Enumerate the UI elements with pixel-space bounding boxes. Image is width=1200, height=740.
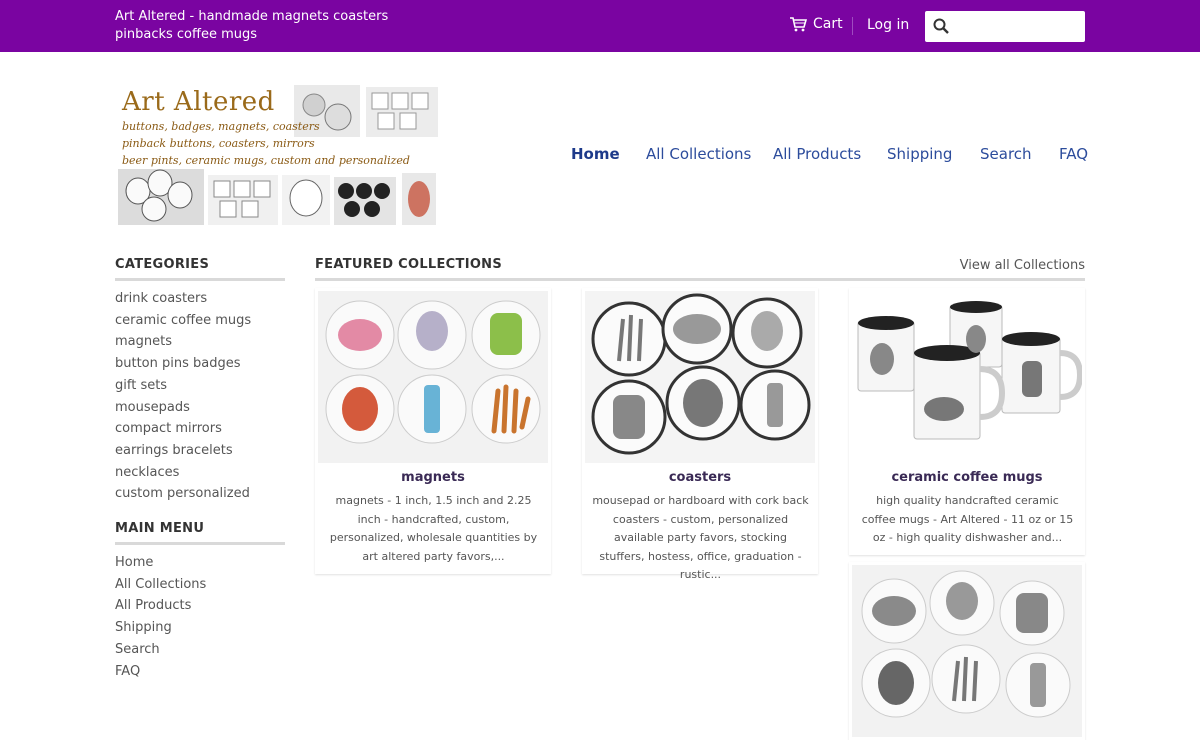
search-box[interactable] [925,11,1085,42]
top-bar: Art Altered - handmade magnets coasters … [0,0,1200,52]
featured-collections-header: FEATURED COLLECTIONS View all Collection… [315,257,1085,281]
menu-link[interactable]: All Products [115,595,295,617]
featured-heading: FEATURED COLLECTIONS [315,257,503,272]
menu-link[interactable]: All Collections [115,574,295,596]
logo-line-3: beer pints, ceramic mugs, custom and per… [122,154,410,167]
search-input[interactable] [955,14,1079,39]
collection-image-ceramic-coffee-mugs[interactable] [852,291,1082,463]
collection-description-coasters: mousepad or hardboard with cork back coa… [592,494,809,581]
site-title[interactable]: Art Altered - handmade magnets coasters … [115,8,425,44]
collection-card-magnets[interactable]: magnets magnets - 1 inch, 1.5 inch and 2… [315,288,551,574]
cart-icon [790,16,807,32]
login-link[interactable]: Log in [867,17,909,33]
menu-link[interactable]: Search [115,639,295,661]
nav-all-collections[interactable]: All Collections [646,145,751,165]
collection-image-magnets[interactable] [318,291,548,463]
collection-card-coasters[interactable]: coasters mousepad or hardboard with cork… [582,288,818,581]
main-menu-heading: MAIN MENU [115,521,285,545]
collection-description-ceramic-coffee-mugs: high quality handcrafted ceramic coffee … [861,494,1074,544]
collection-card-ceramic-coffee-mugs[interactable]: ceramic coffee mugs high quality handcra… [849,288,1085,555]
category-link[interactable]: drink coasters [115,288,295,310]
cart-label: Cart [813,16,843,32]
category-link[interactable]: custom personalized [115,483,295,505]
nav-faq[interactable]: FAQ [1059,145,1088,165]
collection-title-magnets[interactable]: magnets [315,470,551,485]
nav-shipping[interactable]: Shipping [887,145,952,165]
menu-link[interactable]: Shipping [115,617,295,639]
collection-title-ceramic-coffee-mugs[interactable]: ceramic coffee mugs [849,470,1085,485]
logo-text: Art Altered buttons, badges, magnets, co… [122,86,410,169]
category-link[interactable]: magnets [115,331,295,353]
logo-line-2: pinback buttons, coasters, mirrors [122,137,315,150]
category-link[interactable]: compact mirrors [115,418,295,440]
store-logo[interactable]: Art Altered buttons, badges, magnets, co… [116,83,440,227]
categories-heading: CATEGORIES [115,257,285,281]
category-link[interactable]: mousepads [115,397,295,419]
collection-image-4[interactable] [852,565,1082,737]
collection-card-4[interactable] [849,562,1085,740]
category-link[interactable]: gift sets [115,375,295,397]
collection-image-coasters[interactable] [585,291,815,463]
menu-link[interactable]: Home [115,552,295,574]
logo-line-1: buttons, badges, magnets, coasters [122,120,320,133]
collection-title-coasters[interactable]: coasters [582,470,818,485]
nav-home[interactable]: Home [571,145,620,165]
search-icon[interactable] [933,18,949,34]
nav-all-products[interactable]: All Products [773,145,861,165]
main-menu-list: Home All Collections All Products Shippi… [115,552,295,682]
nav-search[interactable]: Search [980,145,1032,165]
logo-title: Art Altered [122,87,275,117]
category-link[interactable]: earrings bracelets necklaces [115,440,295,483]
categories-list: drink coasters ceramic coffee mugs magne… [115,288,295,505]
category-link[interactable]: ceramic coffee mugs [115,310,295,332]
menu-link[interactable]: FAQ [115,661,295,683]
cart-link[interactable]: Cart [790,16,843,32]
collection-description-magnets: magnets - 1 inch, 1.5 inch and 2.25 inch… [329,494,538,563]
view-all-collections-link[interactable]: View all Collections [960,258,1085,273]
category-link[interactable]: button pins badges [115,353,295,375]
header-divider [852,17,853,35]
